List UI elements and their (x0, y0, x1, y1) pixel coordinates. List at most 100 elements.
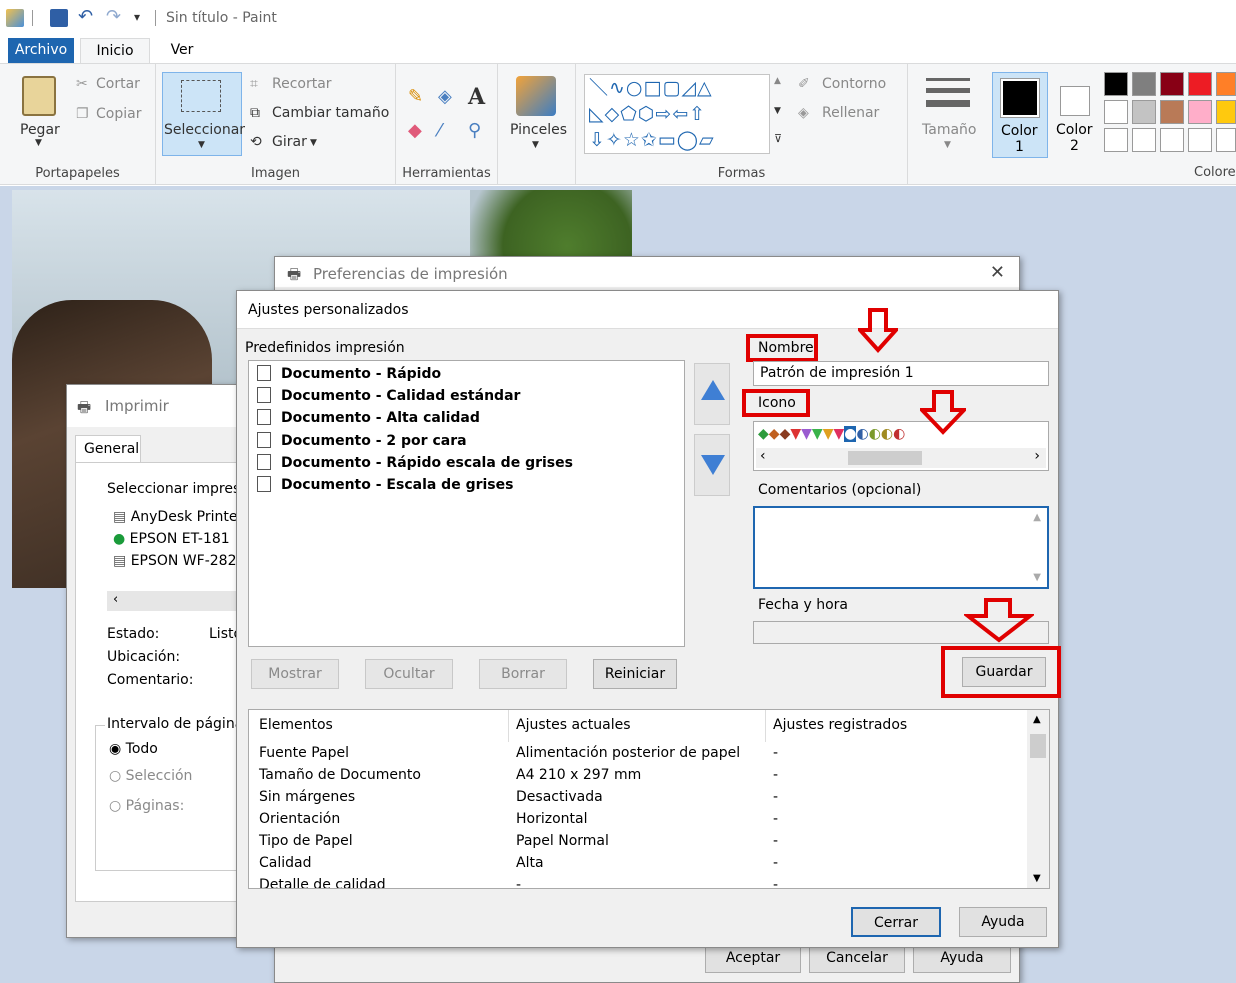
size-icon[interactable] (926, 78, 970, 114)
table-row[interactable]: Detalle de calidad - - (257, 877, 1027, 888)
palette-swatch[interactable] (1132, 128, 1156, 152)
palette-swatch[interactable] (1104, 100, 1128, 124)
table-row[interactable]: Sin márgenes Desactivada - (257, 789, 1027, 811)
comentarios-textarea[interactable]: ▲ ▼ (753, 506, 1049, 589)
cerrar-button[interactable]: Cerrar (851, 907, 941, 937)
eraser-icon[interactable]: ◆ (408, 120, 422, 141)
tab-archivo[interactable]: Archivo (8, 38, 74, 64)
palette-swatch[interactable] (1160, 128, 1184, 152)
cut-icon[interactable]: ✂ (76, 76, 88, 92)
gallery-scroll-up-icon[interactable]: ▲ (774, 76, 781, 86)
icon-option[interactable]: ◆ (780, 426, 791, 442)
icon-option[interactable]: ▼ (790, 426, 801, 442)
preset-item[interactable]: Documento - Calidad estándar (257, 387, 520, 404)
paste-dropdown-icon[interactable]: ▼ (35, 138, 42, 148)
palette-swatch[interactable] (1216, 128, 1236, 152)
icon-picker-scrollbar[interactable]: ‹ › (756, 448, 1046, 468)
gallery-expand-icon[interactable]: ⊽ (774, 132, 782, 145)
icon-option[interactable]: ▼ (812, 426, 823, 442)
size-dropdown-icon[interactable]: ▼ (944, 140, 951, 150)
color2-button[interactable]: Color 2 (1052, 72, 1102, 158)
palette-swatch[interactable] (1160, 72, 1184, 96)
scroll-thumb[interactable] (1030, 734, 1046, 758)
save-icon[interactable] (50, 9, 68, 27)
icon-option[interactable]: ▼ (823, 426, 834, 442)
palette-swatch[interactable] (1132, 72, 1156, 96)
table-row[interactable]: Tipo de Papel Papel Normal - (257, 833, 1027, 855)
crop-button[interactable]: Recortar (272, 76, 332, 92)
scroll-up-icon[interactable]: ▲ (1033, 714, 1041, 725)
outline-button[interactable]: Contorno (822, 76, 886, 92)
tab-general[interactable]: General (75, 435, 141, 463)
borrar-button[interactable]: Borrar (479, 659, 567, 689)
shapes-gallery[interactable]: ＼∿○□▢◿△ ◺◇⬠⬡⇨⇦⇧ ⇩✧☆✩▭◯▱ (584, 74, 770, 154)
scroll-up-icon[interactable]: ▲ (1033, 512, 1041, 523)
resize-button[interactable]: Cambiar tamaño (272, 105, 389, 121)
move-up-button[interactable] (694, 363, 730, 425)
brush-icon[interactable] (516, 76, 556, 116)
fill-shape-button[interactable]: Rellenar (822, 105, 879, 121)
palette-swatch[interactable] (1104, 128, 1128, 152)
tab-inicio[interactable]: Inicio (80, 38, 150, 64)
icon-option[interactable]: ▼ (801, 426, 812, 442)
size-button[interactable]: Tamaño (922, 122, 976, 138)
outline-icon[interactable]: ✐ (798, 76, 810, 92)
preset-item[interactable]: Documento - Rápido escala de grises (257, 454, 573, 471)
icon-option[interactable]: ◆ (758, 426, 769, 442)
guardar-button[interactable]: Guardar (962, 657, 1046, 687)
radio-seleccion[interactable]: ○ Selección (109, 768, 192, 784)
color-picker-icon[interactable]: ⁄ (438, 120, 441, 141)
scroll-right-icon[interactable]: › (1034, 448, 1040, 464)
move-down-button[interactable] (694, 434, 730, 496)
ayuda-button[interactable]: Ayuda (959, 907, 1047, 937)
pencil-icon[interactable]: ✎ (408, 86, 423, 107)
printer-item[interactable]: ● EPSON ET-181 (113, 531, 230, 547)
icon-option-selected[interactable]: ● (844, 426, 857, 442)
color1-button[interactable]: Color 1 (992, 72, 1048, 158)
palette-swatch[interactable] (1132, 100, 1156, 124)
icon-option[interactable]: ◐ (869, 426, 881, 442)
close-icon[interactable]: ✕ (990, 262, 1005, 283)
text-icon[interactable]: A (468, 84, 485, 110)
reiniciar-button[interactable]: Reiniciar (593, 659, 677, 689)
paste-button[interactable]: Pegar (20, 122, 60, 138)
preset-item[interactable]: Documento - 2 por cara (257, 432, 467, 449)
radio-paginas[interactable]: ○ Páginas: (109, 798, 184, 814)
gallery-scroll-down-icon[interactable]: ▼ (774, 106, 781, 116)
palette-swatch[interactable] (1216, 72, 1236, 96)
undo-icon[interactable]: ↶ (78, 6, 93, 27)
copy-button[interactable]: Copiar (96, 106, 141, 122)
ocultar-button[interactable]: Ocultar (365, 659, 453, 689)
nombre-input[interactable]: Patrón de impresión 1 (753, 361, 1049, 386)
printer-item[interactable]: ▤ AnyDesk Printe (113, 509, 238, 525)
scroll-down-icon[interactable]: ▼ (1033, 873, 1041, 884)
scroll-down-icon[interactable]: ▼ (1033, 572, 1041, 583)
table-row[interactable]: Calidad Alta - (257, 855, 1027, 877)
radio-todo[interactable]: ◉ Todo (109, 741, 158, 757)
icon-option[interactable]: ◐ (856, 426, 868, 442)
fill-shape-icon[interactable]: ◈ (798, 105, 809, 121)
table-row[interactable]: Orientación Horizontal - (257, 811, 1027, 833)
icon-option[interactable]: ▼ (833, 426, 844, 442)
printer-item[interactable]: ▤ EPSON WF-282 (113, 553, 236, 569)
palette-swatch[interactable] (1104, 72, 1128, 96)
palette-swatch[interactable] (1188, 72, 1212, 96)
cut-button[interactable]: Cortar (96, 76, 140, 92)
table-scrollbar[interactable]: ▲ ▼ (1027, 710, 1049, 888)
preset-item[interactable]: Documento - Rápido (257, 365, 441, 382)
fill-icon[interactable]: ◈ (438, 86, 452, 107)
redo-icon[interactable]: ↷ (106, 6, 121, 27)
table-row[interactable]: Tamaño de Documento A4 210 x 297 mm - (257, 767, 1027, 789)
palette-swatch[interactable] (1188, 128, 1212, 152)
brushes-button[interactable]: Pinceles (510, 122, 567, 138)
preset-item[interactable]: Documento - Escala de grises (257, 476, 513, 493)
icon-picker[interactable]: ◆◆◆▼▼▼▼▼●◐◐◐◐ ‹ › (753, 421, 1049, 471)
rotate-dropdown-icon[interactable]: ▼ (310, 138, 317, 148)
brushes-dropdown-icon[interactable]: ▼ (532, 140, 539, 150)
palette-swatch[interactable] (1160, 100, 1184, 124)
palette-swatch[interactable] (1216, 100, 1236, 124)
rotate-icon[interactable]: ⟲ (250, 134, 262, 150)
icon-option[interactable]: ◆ (769, 426, 780, 442)
magnifier-icon[interactable]: ⚲ (468, 120, 481, 141)
copy-icon[interactable]: ❐ (76, 106, 89, 122)
